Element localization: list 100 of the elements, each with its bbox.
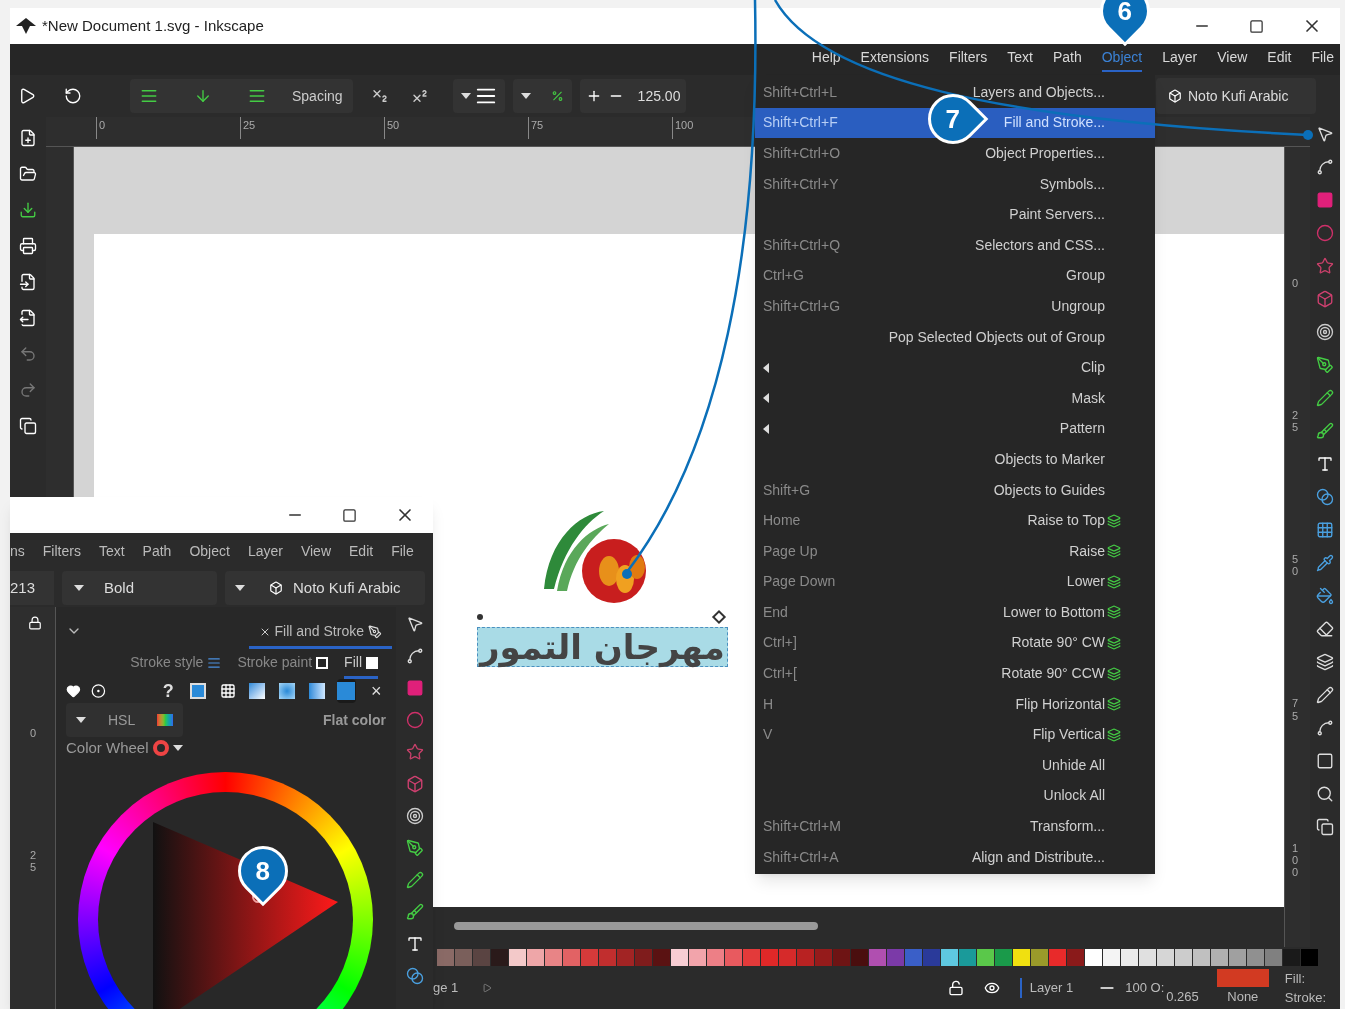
- rotate-icon[interactable]: [64, 87, 82, 105]
- menu-item[interactable]: View: [1217, 47, 1248, 72]
- menu-item[interactable]: Object: [189, 540, 230, 562]
- subscript-icon[interactable]: [370, 87, 389, 105]
- menu-item[interactable]: End Lower to Bottom: [755, 597, 1155, 628]
- color-swatch[interactable]: [1157, 948, 1174, 966]
- brush-icon[interactable]: [1316, 422, 1334, 440]
- menu-item[interactable]: Edit: [1267, 47, 1292, 72]
- color-swatch[interactable]: [797, 948, 814, 966]
- vertical-spacing-icon[interactable]: [194, 87, 212, 105]
- star-icon[interactable]: [1316, 257, 1334, 275]
- eraser-icon[interactable]: [1316, 620, 1334, 638]
- color-swatch[interactable]: [815, 948, 832, 966]
- color-swatch[interactable]: [635, 948, 652, 966]
- color-swatch[interactable]: [1229, 948, 1246, 966]
- star-icon[interactable]: [405, 743, 424, 761]
- color-swatch[interactable]: [1175, 948, 1192, 966]
- node-icon[interactable]: [405, 647, 424, 665]
- rectangle-icon[interactable]: [1316, 191, 1334, 209]
- connector-icon[interactable]: [1316, 719, 1334, 737]
- menu-item[interactable]: Ctrl+[ Rotate 90° CCW: [755, 658, 1155, 689]
- color-swatch[interactable]: [491, 948, 508, 966]
- font-size-field[interactable]: 213: [10, 571, 54, 605]
- color-swatch[interactable]: [689, 948, 706, 966]
- color-swatch[interactable]: [977, 948, 994, 966]
- pencil-icon[interactable]: [405, 871, 424, 889]
- menu-item[interactable]: View: [300, 540, 331, 562]
- color-swatch[interactable]: [1085, 948, 1102, 966]
- text-tool-icon[interactable]: [405, 935, 424, 953]
- font-style-dropdown[interactable]: Bold: [62, 571, 217, 605]
- color-swatch[interactable]: [599, 948, 616, 966]
- menu-item[interactable]: Path: [142, 540, 172, 562]
- color-swatch[interactable]: [527, 948, 544, 966]
- gradient-icon[interactable]: [1316, 488, 1334, 506]
- export-icon[interactable]: [19, 309, 37, 327]
- color-swatch[interactable]: [455, 948, 472, 966]
- menu-item[interactable]: File: [391, 540, 414, 562]
- color-swatch[interactable]: [473, 948, 490, 966]
- color-swatch[interactable]: [563, 948, 580, 966]
- folder-icon[interactable]: [19, 165, 37, 183]
- menu-item[interactable]: Ctrl+] Rotate 90° CW: [755, 627, 1155, 659]
- play-icon[interactable]: [18, 87, 36, 105]
- page-icon[interactable]: [1316, 752, 1334, 770]
- circle-icon[interactable]: [1316, 224, 1334, 242]
- color-swatch[interactable]: [905, 948, 922, 966]
- subtab[interactable]: Stroke paint: [237, 649, 329, 679]
- menu-item[interactable]: Text: [1007, 47, 1033, 72]
- color-mode-dropdown[interactable]: HSL: [66, 703, 184, 737]
- color-swatch[interactable]: [743, 948, 760, 966]
- menu-item[interactable]: Layer: [247, 540, 283, 562]
- color-swatch[interactable]: [761, 948, 778, 966]
- selection-handle-icon[interactable]: [477, 614, 483, 620]
- menu-item[interactable]: Pattern: [755, 413, 1155, 445]
- new-document-icon[interactable]: [19, 129, 37, 147]
- pen-icon[interactable]: [1316, 356, 1334, 374]
- menu-item[interactable]: Shift+G Objects to Guides: [755, 474, 1155, 506]
- color-swatch[interactable]: [617, 948, 634, 966]
- menu-item[interactable]: Unlock All: [755, 780, 1155, 812]
- text-tool-icon[interactable]: [1316, 455, 1334, 473]
- paint-mode-button[interactable]: ×: [366, 679, 386, 703]
- superscript-icon[interactable]: [410, 87, 429, 105]
- color-swatch[interactable]: [851, 948, 868, 966]
- color-swatch[interactable]: [959, 948, 976, 966]
- color-swatch[interactable]: [941, 948, 958, 966]
- menu-item[interactable]: Shift+Ctrl+M Transform...: [755, 811, 1155, 842]
- redo-icon[interactable]: [19, 381, 37, 399]
- gradient-icon[interactable]: [405, 967, 424, 985]
- menu-item[interactable]: H Flip Horizontal: [755, 688, 1155, 720]
- color-swatch[interactable]: [1139, 948, 1156, 966]
- color-swatch[interactable]: [1031, 948, 1048, 966]
- menu-item[interactable]: Text: [98, 540, 125, 562]
- menu-item[interactable]: Shift+Ctrl+Y Symbols...: [755, 168, 1155, 200]
- menu-item[interactable]: Edit: [349, 540, 374, 562]
- fill-indicator[interactable]: [1216, 969, 1269, 988]
- pointer-icon[interactable]: [405, 615, 424, 633]
- color-swatch[interactable]: [1013, 948, 1030, 966]
- maximize-icon[interactable]: [1249, 18, 1264, 34]
- line-height-field[interactable]: 125.00: [579, 79, 687, 113]
- circle-icon[interactable]: [405, 711, 424, 729]
- menu-item[interactable]: Filters: [42, 540, 81, 562]
- print-icon[interactable]: [19, 237, 37, 255]
- picker-selector[interactable]: Color Wheel: [66, 737, 149, 760]
- color-swatch[interactable]: [1301, 948, 1318, 966]
- pencil-icon[interactable]: [1316, 389, 1334, 407]
- align-dropdown[interactable]: [452, 79, 505, 113]
- menu-item[interactable]: Mask: [755, 382, 1155, 414]
- layer-selector[interactable]: Layer 1: [1019, 978, 1074, 998]
- color-swatch[interactable]: [581, 948, 598, 966]
- menu-item[interactable]: Pop Selected Objects out of Group: [755, 321, 1155, 353]
- menu-item[interactable]: Path: [1052, 47, 1082, 72]
- color-swatch[interactable]: [833, 948, 850, 966]
- color-swatch[interactable]: [437, 948, 454, 966]
- copy-icon[interactable]: [19, 417, 37, 435]
- menu-item[interactable]: ns: [10, 540, 25, 562]
- menu-item[interactable]: Home Raise to Top: [755, 505, 1155, 536]
- pen-icon[interactable]: [405, 839, 424, 857]
- bucket-icon[interactable]: [1316, 587, 1334, 605]
- color-swatch[interactable]: [1103, 948, 1120, 966]
- menu-item[interactable]: Shift+Ctrl+Q Selectors and CSS...: [755, 229, 1155, 261]
- menu-item[interactable]: Page Down Lower: [755, 566, 1155, 598]
